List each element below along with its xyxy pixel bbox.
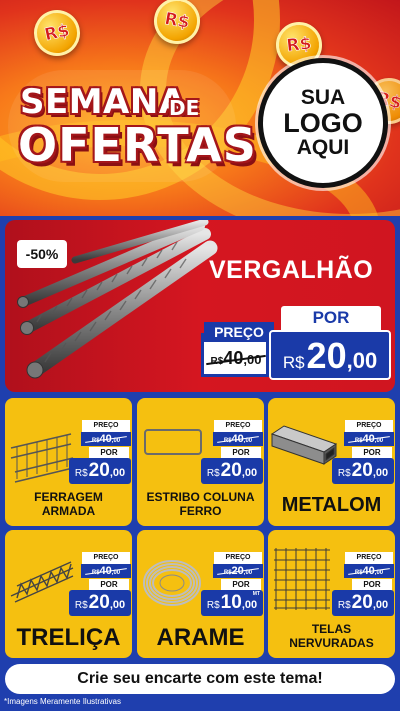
promo-title: SEMANA DE OFERTAS xyxy=(8,70,256,184)
new-price: R$ 20,00 xyxy=(69,590,131,616)
product-name: TRELIÇA xyxy=(16,624,121,651)
logo-text-line1: SUA xyxy=(300,85,346,109)
product-name: TELAS NERVURADAS xyxy=(289,622,374,650)
create-flyer-button[interactable]: Crie seu encarte com este tema! xyxy=(5,664,395,694)
title-line-semana: SEMANA xyxy=(20,82,186,122)
product-card-arame[interactable]: PREÇO R$20,00 POR R$ 10,00 MT ARAME xyxy=(137,530,264,658)
wire-coil-icon xyxy=(143,560,201,606)
new-price-box: R$ 20 ,00 xyxy=(269,330,391,380)
product-card-trelica[interactable]: PREÇO R$40,00 POR R$ 20,00 TRELIÇA xyxy=(5,530,132,658)
product-name: FERRAGEM ARMADA xyxy=(34,490,103,518)
stirrup-icon xyxy=(144,429,202,455)
title-line-ofertas: OFERTAS xyxy=(18,118,257,172)
old-price: R$40,00 xyxy=(81,432,131,446)
product-name: METALOM xyxy=(281,494,382,516)
logo-text-line3: AQUI xyxy=(296,136,350,160)
new-price: R$ 20,00 xyxy=(201,458,263,484)
old-price: R$20,00 xyxy=(213,564,263,578)
product-card-ferragem[interactable]: PREÇO R$40,00 POR R$ 20,00 FERRAGEM ARMAD… xyxy=(5,398,132,526)
new-price: R$ 20,00 xyxy=(332,590,394,616)
preco-label: PREÇO xyxy=(204,322,274,342)
por-label: POR xyxy=(281,306,381,330)
old-price: R$40,00 xyxy=(81,564,131,578)
preco-label: PREÇO xyxy=(345,552,393,564)
price-decimal: ,00 xyxy=(346,348,378,373)
disclaimer-text: *Imagens Meramente Ilustrativas xyxy=(4,697,121,706)
preco-label: PREÇO xyxy=(82,552,130,564)
product-card-estribo[interactable]: PREÇO R$40,00 POR R$ 20,00 ESTRIBO COLUNA… xyxy=(137,398,264,526)
unit-label: MT xyxy=(252,591,260,597)
title-word-de: DE xyxy=(169,96,200,120)
old-price: R$40,00 xyxy=(204,348,268,369)
product-card-metalom[interactable]: PREÇO R$40,00 POR R$ 20,00 METALOM xyxy=(268,398,395,526)
new-price: R$ 20,00 xyxy=(332,458,394,484)
logo-text-line2: LOGO xyxy=(283,107,363,138)
metal-tube-icon xyxy=(270,425,338,465)
old-price-box: PREÇO R$40,00 xyxy=(201,322,274,377)
logo-placeholder[interactable]: SUA LOGO AQUI xyxy=(258,58,388,188)
rebar-cage-icon xyxy=(10,433,74,483)
mesh-icon xyxy=(274,548,330,610)
preco-label: PREÇO xyxy=(82,420,130,432)
preco-label: PREÇO xyxy=(345,420,393,432)
header-banner: R$ R$ R$ R$ SEMANA DE OFERTAS SUA LOGO A… xyxy=(0,0,400,216)
old-price: R$40,00 xyxy=(213,432,263,446)
hero-product-card[interactable]: -50% VERGALHÃO PREÇO R$40,00 POR R$ 20 ,… xyxy=(5,220,395,392)
truss-icon xyxy=(10,561,74,603)
hero-product-name: VERGALHÃO xyxy=(209,256,374,284)
preco-label: PREÇO xyxy=(214,552,262,564)
product-name: ARAME xyxy=(156,624,245,651)
product-name: ESTRIBO COLUNA FERRO xyxy=(146,490,255,518)
new-price: R$ 10,00 MT xyxy=(201,590,263,616)
new-price: R$ 20,00 xyxy=(69,458,131,484)
currency: R$ xyxy=(282,353,305,372)
price-integer: 20 xyxy=(306,335,347,376)
old-price: R$40,00 xyxy=(344,564,394,578)
preco-label: PREÇO xyxy=(214,420,262,432)
old-price: R$40,00 xyxy=(344,432,394,446)
product-card-telas[interactable]: PREÇO R$40,00 POR R$ 20,00 TELAS NERVURAD… xyxy=(268,530,395,658)
discount-badge: -50% xyxy=(17,240,67,268)
